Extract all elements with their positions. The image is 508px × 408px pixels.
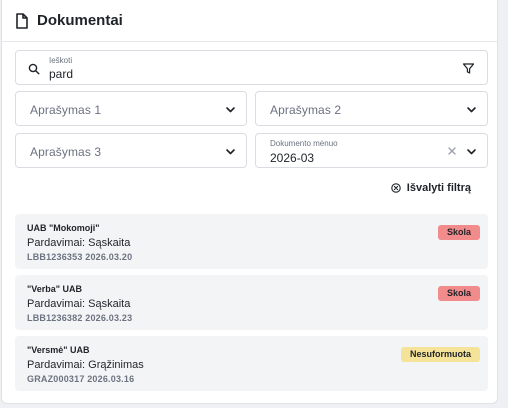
- documents-panel: Dokumentai Ieškoti pard Aprašymas 1 Apra…: [1, 0, 498, 404]
- search-input[interactable]: Ieškoti pard: [15, 50, 488, 85]
- document-type: Pardavimai: Sąskaita: [27, 298, 131, 310]
- document-card[interactable]: "Versmė" UAB Pardavimai: Grąžinimas GRAZ…: [15, 336, 488, 391]
- status-badge: Nesuformuota: [400, 347, 480, 362]
- clear-filter-label: Išvalyti filtrą: [406, 182, 471, 194]
- document-company: "Versmė" UAB: [27, 345, 90, 355]
- document-meta: GRAZ000317 2026.03.16: [27, 374, 135, 384]
- page-title: Dokumentai: [37, 12, 123, 29]
- document-meta: LBB1236382 2026.03.23: [27, 313, 133, 323]
- search-icon: [28, 63, 40, 75]
- month-label: Dokumento mėnuo: [270, 139, 338, 148]
- month-value: 2026-03: [270, 151, 315, 165]
- chevron-down-icon: [466, 104, 477, 115]
- document-card[interactable]: "Verba" UAB Pardavimai: Sąskaita LBB1236…: [15, 275, 488, 330]
- document-meta: LBB1236353 2026.03.20: [27, 252, 133, 262]
- status-badge: Skola: [437, 225, 480, 240]
- document-card[interactable]: UAB "Mokomoji" Pardavimai: Sąskaita LBB1…: [15, 214, 488, 269]
- clear-filter-button[interactable]: Išvalyti filtrą: [391, 182, 471, 194]
- description2-select[interactable]: Aprašymas 2: [255, 91, 488, 126]
- description2-placeholder: Aprašymas 2: [270, 103, 342, 117]
- description1-placeholder: Aprašymas 1: [30, 103, 102, 117]
- search-label: Ieškoti: [49, 56, 73, 65]
- close-circle-icon: [391, 183, 401, 193]
- description1-select[interactable]: Aprašymas 1: [15, 91, 247, 126]
- document-company: UAB "Mokomoji": [27, 223, 100, 233]
- description3-placeholder: Aprašymas 3: [30, 145, 102, 159]
- panel-header: Dokumentai: [2, 0, 497, 42]
- document-type: Pardavimai: Sąskaita: [27, 237, 131, 249]
- chevron-down-icon: [225, 146, 236, 157]
- description3-select[interactable]: Aprašymas 3: [15, 133, 247, 168]
- filter-icon[interactable]: [462, 62, 475, 75]
- document-icon: [15, 12, 29, 29]
- search-value[interactable]: pard: [49, 67, 73, 81]
- clear-icon[interactable]: [447, 146, 457, 156]
- status-badge: Skola: [437, 286, 480, 301]
- month-select[interactable]: Dokumento mėnuo 2026-03: [255, 133, 488, 168]
- document-type: Pardavimai: Grąžinimas: [27, 359, 144, 371]
- chevron-down-icon: [225, 104, 236, 115]
- document-company: "Verba" UAB: [27, 284, 83, 294]
- chevron-down-icon[interactable]: [466, 146, 477, 157]
